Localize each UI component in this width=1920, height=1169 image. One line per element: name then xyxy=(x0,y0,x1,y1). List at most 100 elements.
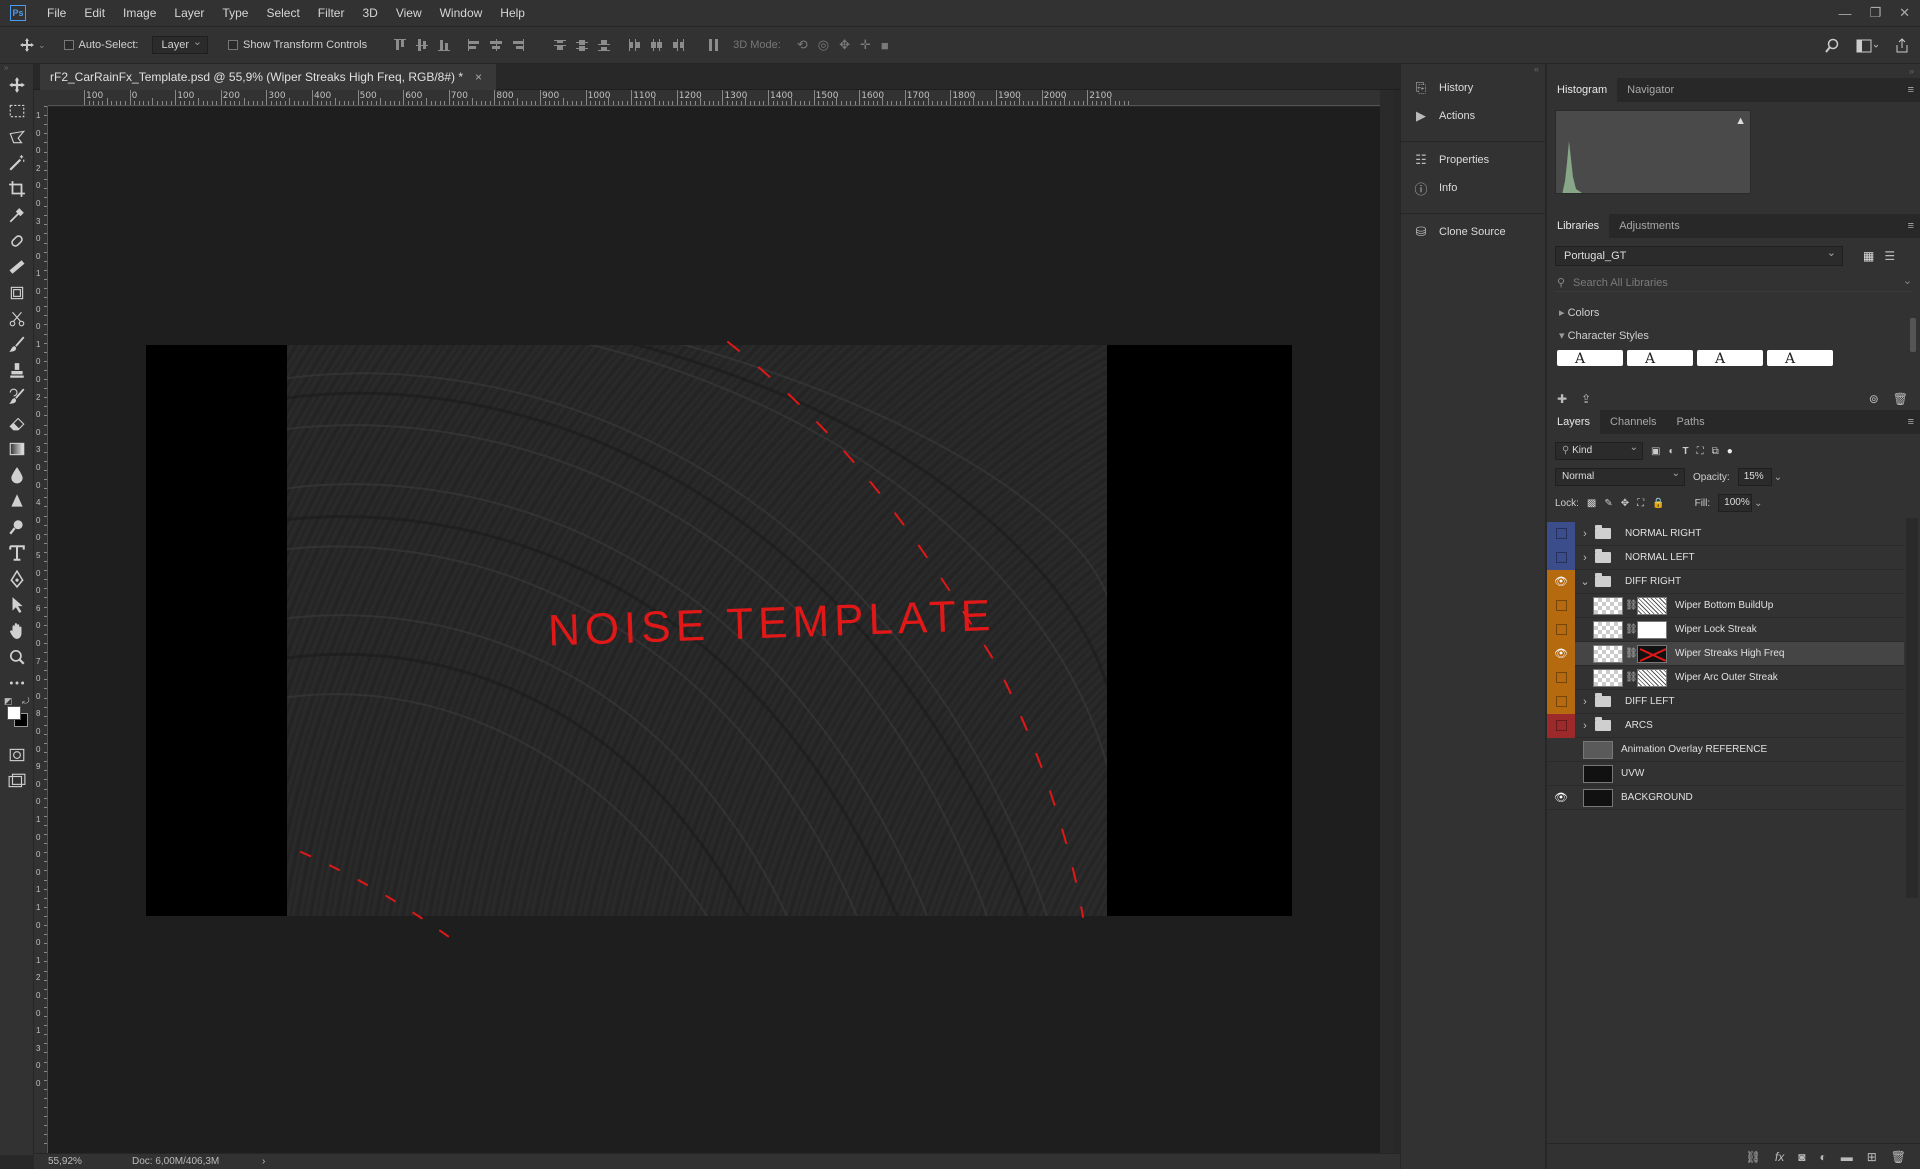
libraries-panel-menu-icon[interactable]: ≡ xyxy=(1908,220,1914,232)
panel-collapse-icon[interactable]: » xyxy=(1547,64,1920,78)
more-tools-icon[interactable] xyxy=(0,670,34,696)
lock-position-icon[interactable]: ✥ xyxy=(1621,498,1629,509)
minimize-icon[interactable]: — xyxy=(1838,6,1851,21)
layer-thumbnail[interactable] xyxy=(1593,644,1623,663)
tab-layers[interactable]: Layers xyxy=(1547,410,1601,434)
layer-row[interactable]: ⛓ Wiper Arc Outer Streak xyxy=(1547,665,1904,690)
menu-3d[interactable]: 3D xyxy=(353,0,386,26)
layer-row[interactable]: › NORMAL LEFT xyxy=(1547,545,1904,570)
layer-row[interactable]: Animation Overlay REFERENCE xyxy=(1547,738,1904,762)
layer-visibility-toggle[interactable] xyxy=(1547,545,1575,570)
3d-slide-icon[interactable]: ✛ xyxy=(860,37,871,53)
new-layer-icon[interactable]: ⊞ xyxy=(1867,1150,1877,1164)
3d-orbit-icon[interactable]: ⟲ xyxy=(797,37,808,53)
filter-type-icon[interactable]: T xyxy=(1683,446,1689,457)
link-layers-icon[interactable]: ⛓ xyxy=(1746,1150,1761,1164)
eraser-tool-icon[interactable] xyxy=(0,410,34,436)
show-transform-controls-checkbox[interactable]: Show Transform Controls xyxy=(228,39,367,51)
creative-cloud-icon[interactable]: ⊚ xyxy=(1869,392,1879,406)
upload-icon[interactable]: ⇪ xyxy=(1581,392,1591,406)
lock-image-pixels-icon[interactable]: ✎ xyxy=(1604,498,1612,509)
gradient-tool-icon[interactable] xyxy=(0,436,34,462)
layer-row[interactable]: 👁 ⌄ DIFF RIGHT xyxy=(1547,569,1904,594)
history-brush-tool-icon[interactable] xyxy=(0,384,34,410)
3d-camera-icon[interactable]: ■ xyxy=(881,38,889,53)
blend-mode-select[interactable]: Normal xyxy=(1555,466,1685,486)
menu-edit[interactable]: Edit xyxy=(75,0,114,26)
layer-visibility-toggle[interactable]: 👁 xyxy=(1547,641,1575,666)
hand-tool-icon[interactable] xyxy=(0,618,34,644)
opacity-dropdown-icon[interactable]: ⌄ xyxy=(1774,472,1782,483)
canvas-area[interactable]: NOISE TEMPLATE xyxy=(48,107,1380,1154)
align-right-edges-icon[interactable] xyxy=(509,36,527,54)
tab-histogram[interactable]: Histogram xyxy=(1547,78,1618,102)
clone-stamp-tool-icon[interactable] xyxy=(0,358,34,384)
dock-clone-source[interactable]: ⛁ Clone Source xyxy=(1401,218,1545,246)
layer-visibility-toggle[interactable] xyxy=(1547,713,1575,738)
layer-mask-thumbnail[interactable] xyxy=(1637,668,1667,687)
layer-visibility-toggle[interactable] xyxy=(1547,617,1575,642)
layer-style-fx-icon[interactable]: fx xyxy=(1775,1150,1784,1164)
menu-image[interactable]: Image xyxy=(114,0,165,26)
layer-thumbnail[interactable] xyxy=(1593,620,1623,639)
burn-tool-icon[interactable] xyxy=(0,514,34,540)
canvas-vertical-scroll[interactable] xyxy=(1380,90,1394,1153)
new-adjustment-layer-icon[interactable]: ◐ xyxy=(1819,1150,1826,1164)
chevron-right-icon[interactable]: › xyxy=(1579,552,1591,564)
spot-healing-brush-icon[interactable] xyxy=(0,228,34,254)
align-vertical-centers-icon[interactable] xyxy=(413,36,431,54)
chevron-down-icon[interactable]: ⌄ xyxy=(1579,575,1591,588)
zoom-level[interactable]: 55,92% xyxy=(48,1154,82,1169)
layer-visibility-toggle[interactable]: 👁 xyxy=(1547,569,1575,594)
quick-mask-icon[interactable] xyxy=(0,742,34,768)
type-tool-icon[interactable] xyxy=(0,540,34,566)
layer-row[interactable]: 👁 BACKGROUND xyxy=(1547,786,1904,810)
layer-thumbnail[interactable] xyxy=(1583,740,1613,759)
move-tool-preset-icon[interactable] xyxy=(16,34,38,56)
menu-file[interactable]: File xyxy=(38,0,75,26)
mask-link-icon[interactable]: ⛓ xyxy=(1625,648,1638,659)
layer-visibility-toggle[interactable] xyxy=(1547,738,1575,762)
menu-help[interactable]: Help xyxy=(491,0,534,26)
path-selection-tool-icon[interactable] xyxy=(0,592,34,618)
tab-paths[interactable]: Paths xyxy=(1667,410,1715,434)
preset-dropdown-icon[interactable]: ⌄ xyxy=(38,40,46,51)
crop-tool-icon[interactable] xyxy=(0,176,34,202)
lasso-tool-icon[interactable] xyxy=(0,124,34,150)
layer-thumbnail[interactable] xyxy=(1583,764,1613,783)
new-group-icon[interactable]: ▬ xyxy=(1841,1150,1853,1164)
histogram-panel-menu-icon[interactable]: ≡ xyxy=(1908,84,1914,96)
layer-visibility-toggle[interactable] xyxy=(1547,593,1575,618)
layers-panel-menu-icon[interactable]: ≡ xyxy=(1908,416,1914,428)
character-style-thumbnail[interactable]: A xyxy=(1627,350,1693,366)
screen-mode-icon[interactable] xyxy=(0,768,34,794)
tab-adjustments[interactable]: Adjustments xyxy=(1609,214,1690,238)
swap-colors-icon[interactable]: ⤾ xyxy=(22,696,30,707)
mask-link-icon[interactable]: ⛓ xyxy=(1625,672,1638,683)
layer-mask-thumbnail[interactable] xyxy=(1637,596,1667,615)
tab-channels[interactable]: Channels xyxy=(1600,410,1666,434)
pen-tool-icon[interactable] xyxy=(0,566,34,592)
document-tab[interactable]: rF2_CarRainFx_Template.psd @ 55,9% (Wipe… xyxy=(40,64,497,90)
align-top-edges-icon[interactable] xyxy=(391,36,409,54)
character-style-thumbnail[interactable]: A xyxy=(1557,350,1623,366)
3d-pan-icon[interactable]: ✥ xyxy=(839,37,850,53)
slice-tool-icon[interactable] xyxy=(0,280,34,306)
layer-kind-filter[interactable]: ⚲ Kind xyxy=(1555,440,1643,460)
tab-navigator[interactable]: Navigator xyxy=(1617,78,1684,102)
filter-pixel-icon[interactable]: ▣ xyxy=(1651,446,1660,457)
lock-transparent-pixels-icon[interactable]: ▩ xyxy=(1587,498,1596,509)
layer-row[interactable]: 👁 ⛓ Wiper Streaks High Freq xyxy=(1547,641,1904,666)
add-mask-icon[interactable]: ◙ xyxy=(1798,1150,1805,1164)
character-style-thumbnail[interactable]: A xyxy=(1767,350,1833,366)
library-select[interactable]: Portugal_GT xyxy=(1555,244,1843,266)
toolbox-collapse-icon[interactable]: » xyxy=(0,64,33,72)
add-content-icon[interactable]: ✚ xyxy=(1557,392,1567,406)
3d-roll-icon[interactable]: ◎ xyxy=(818,37,829,53)
menu-view[interactable]: View xyxy=(387,0,431,26)
auto-align-layers-icon[interactable] xyxy=(705,36,723,54)
fill-field[interactable]: 100% xyxy=(1718,494,1753,512)
mask-link-icon[interactable]: ⛓ xyxy=(1625,624,1638,635)
layer-mask-thumbnail[interactable] xyxy=(1637,644,1667,663)
workspace-icon[interactable] xyxy=(1856,38,1878,54)
